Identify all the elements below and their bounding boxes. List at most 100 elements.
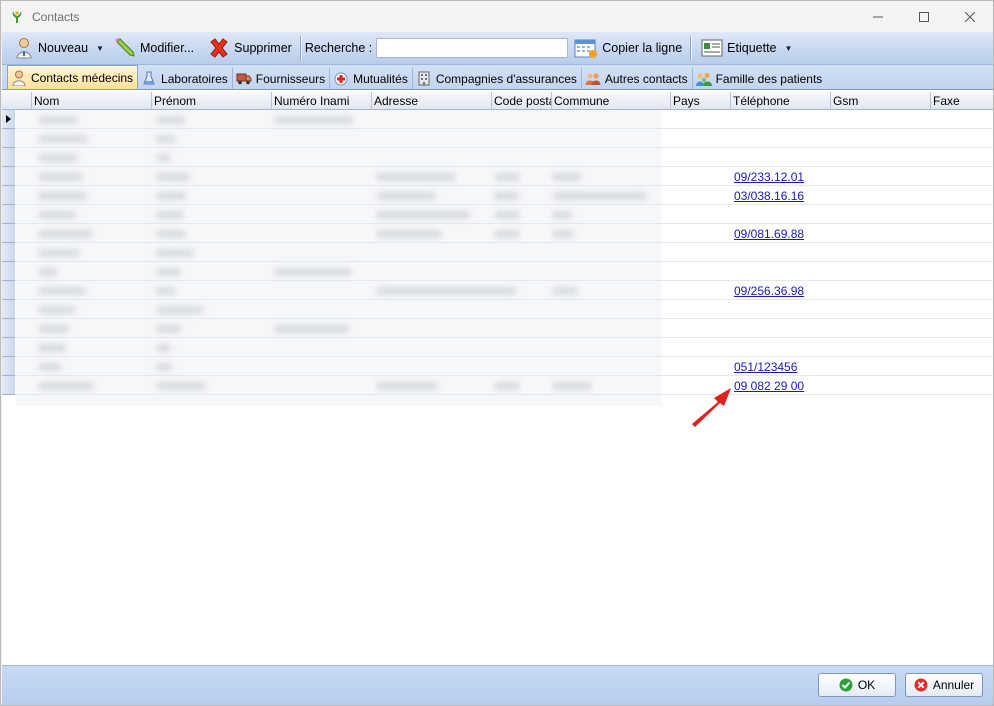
copier-ligne-label: Copier la ligne <box>602 41 683 55</box>
row-indicator[interactable] <box>2 205 15 224</box>
ok-button[interactable]: OK <box>818 673 896 697</box>
row-indicator[interactable] <box>2 281 15 300</box>
tab-label: Fournisseurs <box>255 71 326 86</box>
row-indicator[interactable] <box>2 243 15 262</box>
column-header-nom[interactable]: Nom <box>32 92 152 110</box>
column-header-code-postal[interactable]: Code posta <box>492 92 552 110</box>
table-row[interactable]: 09/081.69.88 <box>2 224 993 243</box>
row-indicator[interactable] <box>2 129 15 148</box>
toolbar-separator <box>690 36 692 60</box>
flask-icon <box>141 71 157 87</box>
ok-label: OK <box>857 678 876 692</box>
table-row[interactable] <box>2 300 993 319</box>
supprimer-button[interactable]: Supprimer <box>204 34 296 62</box>
family-icon <box>695 71 712 87</box>
table-row[interactable]: 03/038.16.16 <box>2 186 993 205</box>
modifier-button[interactable]: Modifier... <box>110 34 198 62</box>
close-icon <box>965 11 975 22</box>
table-row[interactable] <box>2 129 993 148</box>
tab-laboratoires[interactable]: Laboratoires <box>138 68 233 89</box>
tab-autres-contacts[interactable]: Autres contacts <box>582 68 693 89</box>
check-icon <box>839 678 853 692</box>
table-row[interactable] <box>2 262 993 281</box>
table-row[interactable] <box>2 148 993 167</box>
column-header-numero-inami[interactable]: Numéro Inami <box>272 92 372 110</box>
row-indicator[interactable] <box>2 110 15 129</box>
maximize-button[interactable] <box>901 1 947 32</box>
row-indicator[interactable] <box>2 338 15 357</box>
table-row[interactable]: 051/123456 <box>2 357 993 376</box>
table-row[interactable]: 09/256.36.98 <box>2 281 993 300</box>
row-indicator[interactable] <box>2 167 15 186</box>
column-header-prenom[interactable]: Prénom <box>152 92 272 110</box>
column-header-commune[interactable]: Commune <box>552 92 671 110</box>
row-indicator[interactable] <box>2 376 15 395</box>
search-input[interactable] <box>376 38 569 58</box>
telephone-link[interactable]: 09/081.69.88 <box>734 227 804 241</box>
column-header-adresse[interactable]: Adresse <box>372 92 492 110</box>
table-row[interactable]: 09 082 29 00 <box>2 376 993 395</box>
telephone-link[interactable]: 09/256.36.98 <box>734 284 804 298</box>
tab-fournisseurs[interactable]: Fournisseurs <box>233 68 331 89</box>
tab-label: Famille des patients <box>715 71 823 86</box>
annuler-label: Annuler <box>932 678 975 692</box>
row-indicator[interactable] <box>2 357 15 376</box>
column-header-gsm[interactable]: Gsm <box>831 92 931 110</box>
tab-compagnies-assurances[interactable]: Compagnies d'assurances <box>413 68 582 89</box>
etiquette-dropdown-icon[interactable]: ▼ <box>785 44 793 53</box>
grid-header: Nom Prénom Numéro Inami Adresse Code pos… <box>2 92 993 110</box>
current-row-arrow-icon <box>6 115 11 123</box>
etiquette-label: Etiquette <box>727 41 777 55</box>
telephone-link[interactable]: 09 082 29 00 <box>734 379 804 393</box>
telephone-link[interactable]: 09/233.12.01 <box>734 170 804 184</box>
doctor-icon <box>11 70 27 86</box>
nouveau-label: Nouveau <box>38 41 89 55</box>
telephone-link[interactable]: 051/123456 <box>734 360 797 374</box>
minimize-icon <box>873 16 883 17</box>
column-header-telephone[interactable]: Téléphone <box>731 92 831 110</box>
tab-bar: Contacts médecins Laboratoires Fournisse… <box>2 65 993 90</box>
tab-label: Contacts médecins <box>31 70 134 85</box>
column-header-pays[interactable]: Pays <box>671 92 731 110</box>
annuler-button[interactable]: Annuler <box>905 673 983 697</box>
contacts-grid[interactable]: Nom Prénom Numéro Inami Adresse Code pos… <box>2 90 993 666</box>
copier-ligne-button[interactable]: Copier la ligne <box>570 34 686 62</box>
row-indicator[interactable] <box>2 319 15 338</box>
row-indicator[interactable] <box>2 300 15 319</box>
row-indicator[interactable] <box>2 148 15 167</box>
tab-mutualites[interactable]: Mutualités <box>330 68 413 89</box>
etiquette-button[interactable]: Etiquette ▼ <box>697 34 796 62</box>
header-row-indicator <box>2 92 32 110</box>
medical-cross-icon <box>333 71 349 87</box>
nouveau-dropdown-icon[interactable]: ▼ <box>96 44 104 53</box>
row-indicator[interactable] <box>2 186 15 205</box>
supprimer-label: Supprimer <box>234 41 292 55</box>
building-icon <box>416 71 432 87</box>
tab-contacts-medecins[interactable]: Contacts médecins <box>7 65 139 89</box>
cancel-icon <box>914 678 928 692</box>
tab-famille-patients[interactable]: Famille des patients <box>693 68 827 89</box>
doctor-add-icon <box>16 38 32 59</box>
table-row[interactable] <box>2 243 993 262</box>
table-row[interactable] <box>2 319 993 338</box>
close-button[interactable] <box>947 1 993 32</box>
people-icon <box>585 71 601 87</box>
tab-label: Mutualités <box>353 71 408 86</box>
delete-x-icon <box>210 38 228 58</box>
table-row[interactable] <box>2 110 993 129</box>
toolbar-separator <box>299 36 301 60</box>
row-indicator[interactable] <box>2 224 15 243</box>
column-header-faxe[interactable]: Faxe <box>931 92 993 110</box>
minimize-button[interactable] <box>855 1 901 32</box>
contacts-window: Contacts Nouveau ▼ Modifier... Supprimer… <box>0 0 994 706</box>
table-row[interactable] <box>2 205 993 224</box>
table-row[interactable]: 09/233.12.01 <box>2 167 993 186</box>
telephone-link[interactable]: 03/038.16.16 <box>734 189 804 203</box>
tab-label: Autres contacts <box>604 71 688 86</box>
toolbar: Nouveau ▼ Modifier... Supprimer Recherch… <box>2 32 993 65</box>
table-row[interactable] <box>2 338 993 357</box>
nouveau-button[interactable]: Nouveau ▼ <box>10 34 108 62</box>
row-indicator[interactable] <box>2 262 15 281</box>
maximize-icon <box>919 11 929 22</box>
title-bar: Contacts <box>1 1 993 32</box>
